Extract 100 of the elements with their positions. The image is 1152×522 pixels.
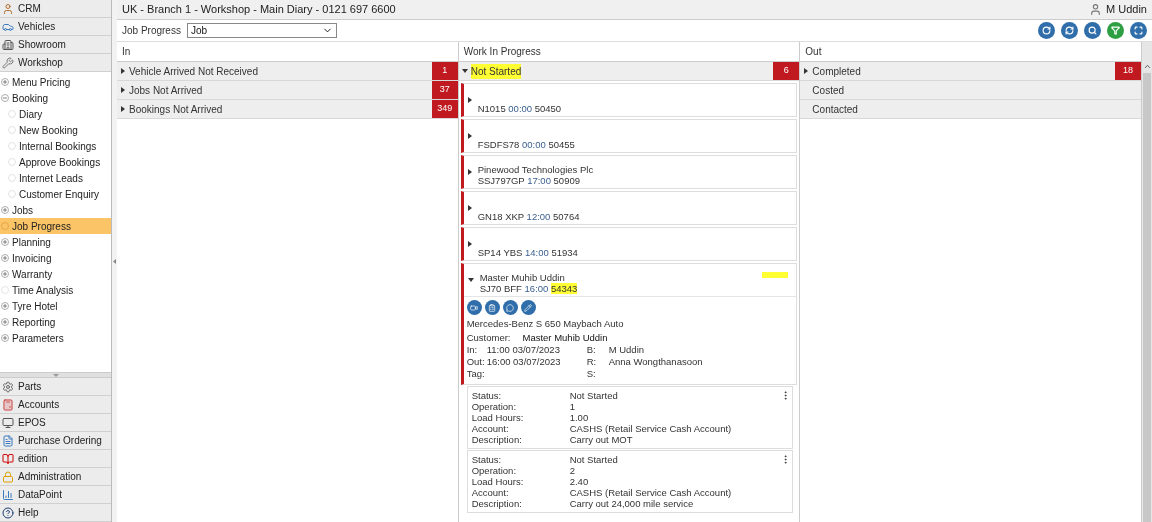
count-badge: 37 bbox=[431, 81, 458, 99]
expand-icon[interactable] bbox=[1, 206, 9, 214]
caret-right-icon bbox=[467, 169, 472, 175]
field-label: Description: bbox=[471, 498, 523, 509]
field-value: Not Started bbox=[569, 454, 618, 465]
module-icon bbox=[2, 2, 14, 15]
group-row[interactable]: Jobs Not Arrived 37 bbox=[117, 81, 458, 100]
field-label: Account: bbox=[471, 423, 510, 434]
count-badge: 18 bbox=[1115, 62, 1141, 80]
field-label: Load Hours: bbox=[471, 476, 525, 487]
customer-name: Master Muhib Uddin bbox=[479, 272, 566, 283]
field-label: Account: bbox=[471, 487, 510, 498]
module-button[interactable]: EPOS bbox=[0, 414, 111, 432]
field-label: B: bbox=[586, 344, 597, 356]
job-line: SSJ797GP 17:00 50909 bbox=[477, 175, 581, 186]
scrollbar[interactable] bbox=[1142, 42, 1152, 522]
group-row[interactable]: Completed 18 bbox=[800, 62, 1141, 81]
module-button[interactable]: Accounts bbox=[0, 396, 111, 414]
tree-item[interactable]: Job Progress bbox=[0, 218, 111, 234]
field-value: Carry out 24,000 mile service bbox=[569, 498, 694, 509]
module-button[interactable]: Administration bbox=[0, 468, 111, 486]
job-card[interactable]: Master Muhib Uddin SJ70 BFF 16:00 54343 bbox=[463, 264, 797, 296]
count-badge: 349 bbox=[431, 100, 458, 118]
caret-down-icon bbox=[467, 278, 474, 282]
caret-right-icon bbox=[467, 97, 472, 103]
expand-icon[interactable] bbox=[1, 318, 9, 326]
module-icon bbox=[2, 416, 14, 429]
tree-item[interactable]: New Booking bbox=[0, 122, 111, 138]
expand-icon[interactable] bbox=[1, 334, 9, 342]
tree-item[interactable]: Booking bbox=[0, 90, 111, 106]
collapse-arrow-icon[interactable] bbox=[113, 258, 116, 264]
window-title: UK - Branch 1 - Workshop - Main Diary - 0121 697 6600 bbox=[122, 2, 396, 18]
caret-right-icon bbox=[121, 68, 125, 74]
view-select[interactable]: Job bbox=[186, 23, 337, 38]
group-row[interactable]: Not Started 6 bbox=[458, 62, 800, 81]
tree-item[interactable]: Warranty bbox=[0, 266, 111, 282]
module-button[interactable]: Showroom bbox=[0, 36, 111, 54]
tree-item[interactable]: Jobs bbox=[0, 202, 111, 218]
tree-item[interactable]: Diary bbox=[0, 106, 111, 122]
field-value: Not Started bbox=[569, 390, 618, 401]
job-line: SJ70 BFF 16:00 54343 bbox=[479, 283, 578, 294]
tree-item[interactable]: Tyre Hotel bbox=[0, 298, 111, 314]
caret-right-icon bbox=[121, 106, 125, 112]
module-button[interactable]: CRM bbox=[0, 0, 111, 18]
column-header: Out bbox=[805, 45, 822, 59]
caret-right-icon bbox=[121, 87, 125, 93]
field-label: Load Hours: bbox=[471, 412, 525, 423]
module-button[interactable]: edition bbox=[0, 450, 111, 468]
caret-right-icon bbox=[467, 241, 472, 247]
field-value: Anna Wongthanasoon bbox=[608, 356, 703, 368]
group-row[interactable]: Contacted bbox=[800, 100, 1141, 119]
tree-item[interactable]: Parameters bbox=[0, 330, 111, 346]
group-row[interactable]: Vehicle Arrived Not Received 1 bbox=[117, 62, 458, 81]
field-label: Description: bbox=[471, 434, 523, 445]
tree-item[interactable]: Menu Pricing bbox=[0, 74, 111, 90]
module-button[interactable]: DataPoint bbox=[0, 486, 111, 504]
field-value: 16:00 03/07/2023 bbox=[486, 356, 561, 367]
expand-icon[interactable] bbox=[1, 238, 9, 246]
expand-icon[interactable] bbox=[1, 302, 9, 310]
fullscreen-icon[interactable] bbox=[1130, 22, 1147, 39]
field-label: Tag: bbox=[466, 368, 486, 380]
filter-icon[interactable] bbox=[1107, 22, 1124, 39]
module-icon bbox=[2, 434, 14, 447]
group-label: Completed bbox=[812, 64, 861, 79]
module-icon bbox=[2, 56, 14, 69]
edit-icon[interactable] bbox=[520, 300, 536, 315]
tree-item[interactable]: Planning bbox=[0, 234, 111, 250]
tree-item[interactable]: Approve Bookings bbox=[0, 154, 111, 170]
refresh-icon[interactable] bbox=[1061, 22, 1078, 39]
tree-item[interactable]: Internet Leads bbox=[0, 170, 111, 186]
collapse-icon[interactable] bbox=[1, 94, 9, 102]
clipboard-icon[interactable] bbox=[484, 300, 500, 315]
module-button[interactable]: Workshop bbox=[0, 54, 111, 72]
module-button[interactable]: Help bbox=[0, 504, 111, 522]
field-value: M Uddin bbox=[608, 344, 645, 356]
group-row[interactable]: Bookings Not Arrived 349 bbox=[117, 100, 458, 119]
module-button[interactable]: Purchase Ordering bbox=[0, 432, 111, 450]
expand-icon[interactable] bbox=[1, 270, 9, 278]
group-row[interactable]: Costed bbox=[800, 81, 1141, 100]
count-badge: 6 bbox=[773, 62, 800, 80]
expand-icon[interactable] bbox=[1, 78, 9, 86]
scroll-up-icon[interactable] bbox=[1142, 62, 1152, 71]
search-icon[interactable] bbox=[1084, 22, 1101, 39]
expand-icon[interactable] bbox=[1, 254, 9, 262]
reload-icon[interactable] bbox=[1038, 22, 1055, 39]
caret-right-icon bbox=[467, 133, 472, 139]
field-value: 11:00 03/07/2023 bbox=[486, 344, 560, 355]
video-icon[interactable] bbox=[466, 300, 482, 315]
field-label: Operation: bbox=[471, 401, 518, 412]
tree-item[interactable]: Time Analysis bbox=[0, 282, 111, 298]
tree-item[interactable]: Customer Enquiry bbox=[0, 186, 111, 202]
module-button[interactable]: Vehicles bbox=[0, 18, 111, 36]
module-icon bbox=[2, 398, 14, 411]
tree-item[interactable]: Reporting bbox=[0, 314, 111, 330]
tree-item[interactable]: Invoicing bbox=[0, 250, 111, 266]
module-icon bbox=[2, 470, 14, 483]
group-label: Vehicle Arrived Not Received bbox=[129, 64, 258, 79]
tree-item[interactable]: Internal Bookings bbox=[0, 138, 111, 154]
module-button[interactable]: Parts bbox=[0, 378, 111, 396]
chat-icon[interactable] bbox=[502, 300, 518, 315]
